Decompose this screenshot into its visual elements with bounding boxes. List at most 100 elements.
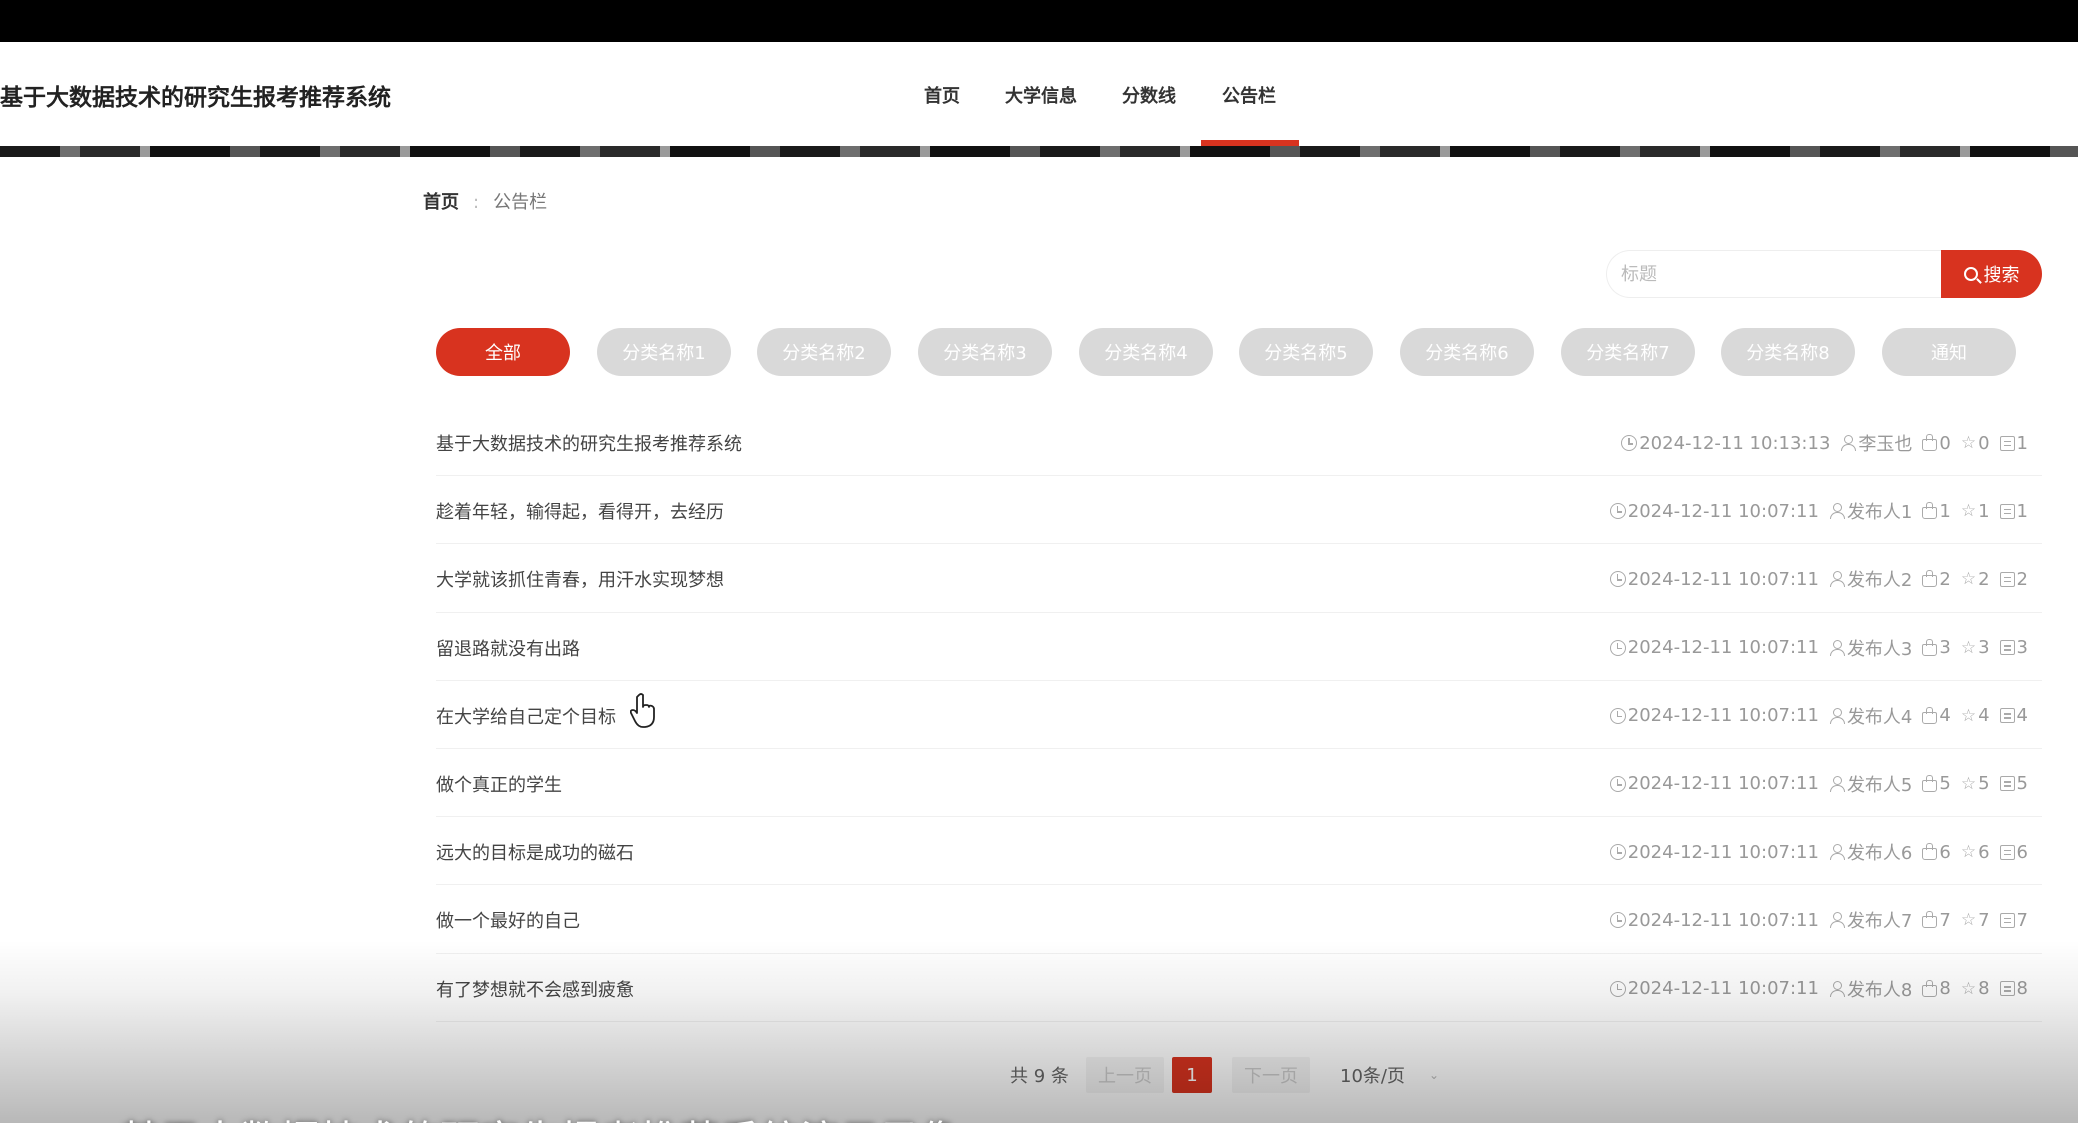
clock-icon	[1609, 707, 1626, 724]
thumbs-up-icon	[1922, 843, 1938, 861]
notice-likes[interactable]: 1	[1922, 501, 1951, 522]
category-pill-5[interactable]: 分类名称5	[1239, 328, 1373, 376]
notice-row[interactable]: 远大的目标是成功的磁石 2024-12-11 10:07:11 发布人6 6 ☆…	[436, 817, 2042, 886]
notice-likes[interactable]: 7	[1922, 910, 1951, 931]
notice-meta: 2024-12-11 10:07:11 发布人8 8 ☆ 8 8	[1609, 976, 2028, 1002]
thumbs-up-icon	[1922, 638, 1938, 656]
notice-favorites[interactable]: ☆ 2	[1961, 569, 1990, 590]
notice-likes[interactable]: 0	[1922, 433, 1951, 454]
search-icon	[1963, 267, 1978, 281]
notice-time: 2024-12-11 10:07:11	[1609, 842, 1819, 863]
category-pill-1[interactable]: 分类名称1	[597, 328, 731, 376]
notice-row[interactable]: 基于大数据技术的研究生报考推荐系统 2024-12-11 10:13:13 李玉…	[436, 408, 2042, 477]
clock-icon	[1609, 571, 1626, 588]
notice-likes[interactable]: 2	[1922, 569, 1951, 590]
user-icon	[1829, 639, 1845, 656]
notice-time: 2024-12-11 10:07:11	[1609, 910, 1819, 931]
notice-likes[interactable]: 8	[1922, 978, 1951, 999]
pagination-prev-button[interactable]: 上一页	[1086, 1057, 1164, 1093]
notice-title[interactable]: 基于大数据技术的研究生报考推荐系统	[436, 430, 742, 456]
notice-comments[interactable]: 8	[1999, 978, 2028, 999]
notice-meta: 2024-12-11 10:07:11 发布人5 5 ☆ 5 5	[1609, 771, 2028, 797]
user-icon	[1829, 775, 1845, 792]
category-pill-6[interactable]: 分类名称6	[1400, 328, 1534, 376]
breadcrumb-home[interactable]: 首页	[423, 192, 459, 213]
notice-comments[interactable]: 4	[1999, 705, 2028, 726]
category-pill-8[interactable]: 分类名称8	[1721, 328, 1855, 376]
notice-comments[interactable]: 5	[1999, 773, 2028, 794]
page-size-select[interactable]: 10条/页 ⌄	[1340, 1057, 1439, 1093]
search-input[interactable]	[1606, 250, 1942, 298]
notice-comments[interactable]: 1	[1999, 433, 2028, 454]
notice-author: 发布人2	[1829, 566, 1912, 592]
notice-author: 发布人5	[1829, 771, 1912, 797]
notice-likes[interactable]: 5	[1922, 773, 1951, 794]
page-size-value: 10条/页	[1340, 1066, 1405, 1087]
site-header: 基于大数据技术的研究生报考推荐系统 首页 大学信息 分数线 公告栏	[0, 42, 2078, 146]
notice-row[interactable]: 趁着年轻，输得起，看得开，去经历 2024-12-11 10:07:11 发布人…	[436, 476, 2042, 545]
notice-favorites[interactable]: ☆ 1	[1961, 501, 1990, 522]
notice-comments[interactable]: 2	[1999, 569, 2028, 590]
notice-title[interactable]: 大学就该抓住青春，用汗水实现梦想	[436, 566, 724, 592]
category-pill-3[interactable]: 分类名称3	[918, 328, 1052, 376]
notice-favorites[interactable]: ☆ 7	[1961, 910, 1990, 931]
notice-row[interactable]: 有了梦想就不会感到疲惫 2024-12-11 10:07:11 发布人8 8 ☆…	[436, 954, 2042, 1022]
thumbs-up-icon	[1922, 979, 1938, 997]
star-icon: ☆	[1960, 773, 1977, 794]
category-pill-all[interactable]: 全部	[436, 328, 570, 376]
thumbs-up-icon	[1922, 774, 1938, 792]
notice-row[interactable]: 做个真正的学生 2024-12-11 10:07:11 发布人5 5 ☆ 5 5	[436, 749, 2042, 818]
comment-icon	[1999, 981, 2015, 996]
pagination-next-button[interactable]: 下一页	[1232, 1057, 1310, 1093]
notice-row[interactable]: 在大学给自己定个目标 2024-12-11 10:07:11 发布人4 4 ☆ 4…	[436, 681, 2042, 749]
nav-item-bulletin[interactable]: 公告栏	[1222, 82, 1276, 108]
notice-row[interactable]: 大学就该抓住青春，用汗水实现梦想 2024-12-11 10:07:11 发布人…	[436, 544, 2042, 613]
comment-icon	[1999, 912, 2015, 928]
notice-comments[interactable]: 6	[1999, 842, 2028, 863]
notice-comments[interactable]: 3	[1999, 637, 2028, 658]
comment-icon	[1999, 435, 2015, 451]
notice-favorites[interactable]: ☆ 3	[1961, 637, 1990, 658]
notice-title[interactable]: 有了梦想就不会感到疲惫	[436, 976, 634, 1002]
notice-favorites[interactable]: ☆ 5	[1961, 773, 1990, 794]
notice-title[interactable]: 做一个最好的自己	[436, 907, 580, 933]
category-pill-notice[interactable]: 通知	[1882, 328, 2016, 376]
star-icon: ☆	[1960, 978, 1977, 999]
notice-row[interactable]: 留退路就没有出路 2024-12-11 10:07:11 发布人3 3 ☆ 3 3	[436, 613, 2042, 681]
pagination-page-1[interactable]: 1	[1172, 1057, 1212, 1093]
category-pill-7[interactable]: 分类名称7	[1561, 328, 1695, 376]
category-pill-2[interactable]: 分类名称2	[757, 328, 891, 376]
notice-favorites[interactable]: ☆ 8	[1961, 978, 1990, 999]
main-nav: 首页 大学信息 分数线 公告栏	[0, 42, 2078, 146]
notice-title[interactable]: 在大学给自己定个目标	[436, 703, 616, 729]
notice-author: 发布人4	[1829, 703, 1912, 729]
category-pill-4[interactable]: 分类名称4	[1079, 328, 1213, 376]
notice-likes[interactable]: 6	[1922, 842, 1951, 863]
search-button[interactable]: 搜索	[1941, 250, 2042, 298]
nav-item-score-line[interactable]: 分数线	[1122, 82, 1176, 108]
notice-favorites[interactable]: ☆ 6	[1961, 842, 1990, 863]
nav-item-home[interactable]: 首页	[924, 82, 960, 108]
notice-comments[interactable]: 1	[1999, 501, 2028, 522]
breadcrumb: 首页: 公告栏	[423, 188, 547, 214]
notice-comments[interactable]: 7	[1999, 910, 2028, 931]
notice-title[interactable]: 留退路就没有出路	[436, 635, 580, 661]
comment-icon	[1999, 776, 2015, 792]
notice-time: 2024-12-11 10:07:11	[1609, 773, 1819, 794]
notice-author: 李玉也	[1840, 430, 1912, 456]
notice-meta: 2024-12-11 10:07:11 发布人1 1 ☆ 1 1	[1609, 498, 2028, 524]
notice-favorites[interactable]: ☆ 4	[1961, 705, 1990, 726]
clock-icon	[1609, 639, 1626, 656]
comment-icon	[1999, 640, 2015, 656]
nav-item-university-info[interactable]: 大学信息	[1005, 82, 1077, 108]
notice-title[interactable]: 趁着年轻，输得起，看得开，去经历	[436, 498, 724, 524]
notice-favorites[interactable]: ☆ 0	[1961, 433, 1990, 454]
comment-icon	[1999, 844, 2015, 860]
pagination-total: 共 9 条	[1010, 1066, 1069, 1087]
notice-likes[interactable]: 4	[1922, 705, 1951, 726]
notice-row[interactable]: 做一个最好的自己 2024-12-11 10:07:11 发布人7 7 ☆ 7 7	[436, 885, 2042, 954]
notice-author: 发布人3	[1829, 635, 1912, 661]
notice-title[interactable]: 远大的目标是成功的磁石	[436, 839, 634, 865]
notice-likes[interactable]: 3	[1922, 637, 1951, 658]
notice-title[interactable]: 做个真正的学生	[436, 771, 562, 797]
